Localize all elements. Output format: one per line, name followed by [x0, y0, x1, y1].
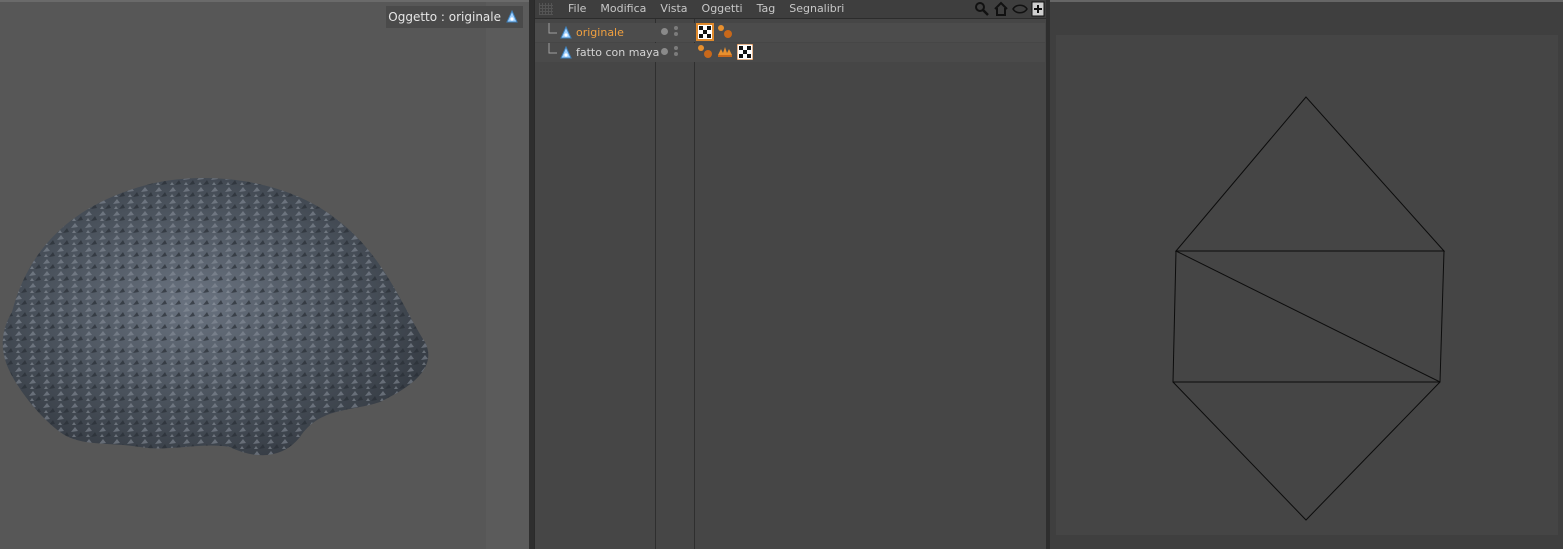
tree-connector-icon — [548, 43, 557, 54]
object-name[interactable]: fatto con maya — [576, 46, 659, 59]
render-visibility-toggle[interactable] — [674, 26, 678, 36]
menu-segnalibri[interactable]: Segnalibri — [782, 0, 851, 18]
uv-canvas[interactable] — [1056, 35, 1558, 535]
texture-tag-icon[interactable] — [697, 44, 713, 60]
home-icon[interactable] — [993, 1, 1009, 17]
menu-modifica[interactable]: Modifica — [593, 0, 653, 18]
eye-icon[interactable] — [1012, 1, 1028, 17]
viewport-perspective[interactable]: Oggetto : originale — [0, 0, 529, 549]
material-tag-icon[interactable] — [737, 44, 753, 60]
menu-file[interactable]: File — [561, 0, 593, 18]
render-visibility-toggle[interactable] — [674, 46, 678, 56]
polygon-object-icon — [560, 45, 572, 58]
column-flags — [656, 19, 695, 549]
panel-grip-icon[interactable] — [539, 3, 553, 15]
object-row[interactable]: originale — [535, 23, 1045, 42]
display-tag-icon[interactable] — [717, 44, 733, 60]
menu-oggetti[interactable]: Oggetti — [695, 0, 750, 18]
material-tag-icon[interactable] — [696, 23, 714, 41]
uv-mesh-wireframe — [1172, 96, 1446, 521]
object-label-text: Oggetto : originale — [388, 10, 501, 24]
polygon-object-icon — [560, 25, 572, 38]
tree-connector-icon — [548, 23, 557, 34]
search-icon[interactable] — [974, 1, 990, 17]
object-label: Oggetto : originale — [386, 6, 523, 28]
object-manager: File Modifica Vista Oggetti Tag Segnalib… — [534, 0, 1047, 549]
object-manager-menubar: File Modifica Vista Oggetti Tag Segnalib… — [535, 0, 1047, 19]
polygon-object-icon — [506, 10, 518, 23]
object-name[interactable]: originale — [576, 26, 624, 39]
bush-render — [2, 178, 429, 456]
object-row[interactable]: fatto con maya — [535, 43, 1045, 62]
viewport-edge — [486, 2, 529, 549]
editor-visibility-dot[interactable] — [661, 47, 668, 55]
column-names — [535, 19, 656, 549]
menu-vista[interactable]: Vista — [653, 0, 694, 18]
menu-tag[interactable]: Tag — [750, 0, 783, 18]
column-tags — [695, 19, 1047, 549]
new-window-icon[interactable] — [1031, 1, 1045, 17]
editor-visibility-dot[interactable] — [661, 27, 668, 35]
texture-tag-icon[interactable] — [717, 24, 733, 40]
viewport-uv[interactable] — [1050, 0, 1563, 549]
